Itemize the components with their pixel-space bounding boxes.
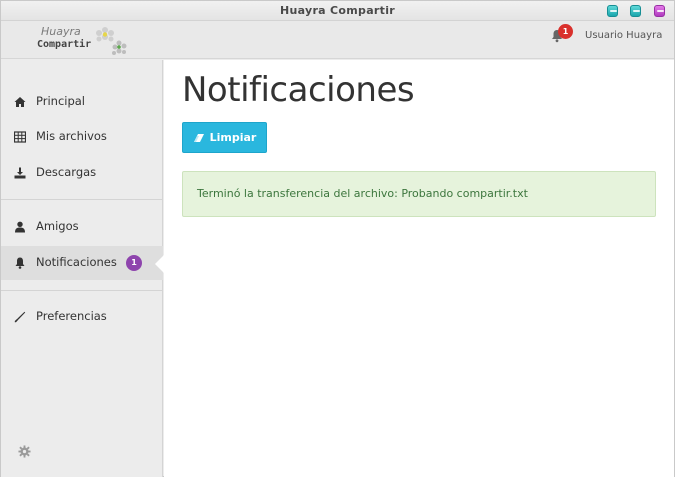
app-header: Huayra Compartir 1 Usuario Huayra [1, 21, 674, 59]
sidebar-divider [1, 290, 163, 291]
sidebar-item-label: Preferencias [36, 309, 107, 323]
maximize-button[interactable] [630, 5, 641, 17]
notification-message: Terminó la transferencia del archivo: Pr… [197, 187, 528, 200]
sidebar: Principal Mis archivos Descargas Amigos … [1, 60, 164, 477]
gear-icon[interactable] [18, 445, 31, 458]
minimize-button[interactable] [607, 5, 618, 17]
notifications-count-badge: 1 [126, 255, 142, 271]
eraser-icon [193, 133, 204, 142]
sidebar-item-label: Mis archivos [36, 129, 107, 143]
username[interactable]: Usuario Huayra [585, 30, 662, 41]
sidebar-item-label: Descargas [36, 165, 97, 179]
flower-logo-icon [96, 27, 127, 55]
bell-icon [15, 257, 25, 269]
active-item-pointer [155, 255, 164, 273]
user-icon [15, 221, 25, 233]
home-icon [14, 97, 26, 107]
clear-button-label: Limpiar [209, 131, 257, 144]
window-title: Huayra Compartir [279, 4, 396, 17]
download-icon [14, 167, 26, 179]
sidebar-item-label: Principal [36, 94, 86, 108]
sidebar-item-label: Amigos [36, 219, 79, 233]
app-logo: Huayra Compartir [35, 25, 135, 57]
sidebar-item-principal[interactable]: Principal [1, 85, 163, 119]
sidebar-item-notificaciones[interactable]: Notificaciones 1 [1, 246, 163, 280]
title-bar[interactable]: Huayra Compartir [1, 1, 674, 21]
main-content: Notificaciones Limpiar Terminó la transf… [164, 60, 674, 477]
notification-alert: Terminó la transferencia del archivo: Pr… [182, 171, 656, 217]
logo-line1: Huayra [41, 25, 81, 38]
sidebar-item-descargas[interactable]: Descargas [1, 156, 163, 190]
logo-line2: Compartir [37, 39, 92, 50]
table-icon [14, 131, 26, 143]
sidebar-item-preferencias[interactable]: Preferencias [1, 300, 163, 334]
sidebar-divider [1, 199, 163, 200]
notification-count-badge: 1 [558, 24, 573, 39]
wrench-icon [14, 311, 26, 323]
page-title: Notificaciones [182, 70, 415, 110]
sidebar-item-mis-archivos[interactable]: Mis archivos [1, 120, 163, 154]
sidebar-item-label: Notificaciones [36, 255, 117, 269]
close-button[interactable] [654, 5, 665, 17]
clear-button[interactable]: Limpiar [182, 122, 267, 153]
sidebar-item-amigos[interactable]: Amigos [1, 210, 163, 244]
app-window: Huayra Compartir Huayra Compartir 1 Usua… [0, 0, 675, 477]
